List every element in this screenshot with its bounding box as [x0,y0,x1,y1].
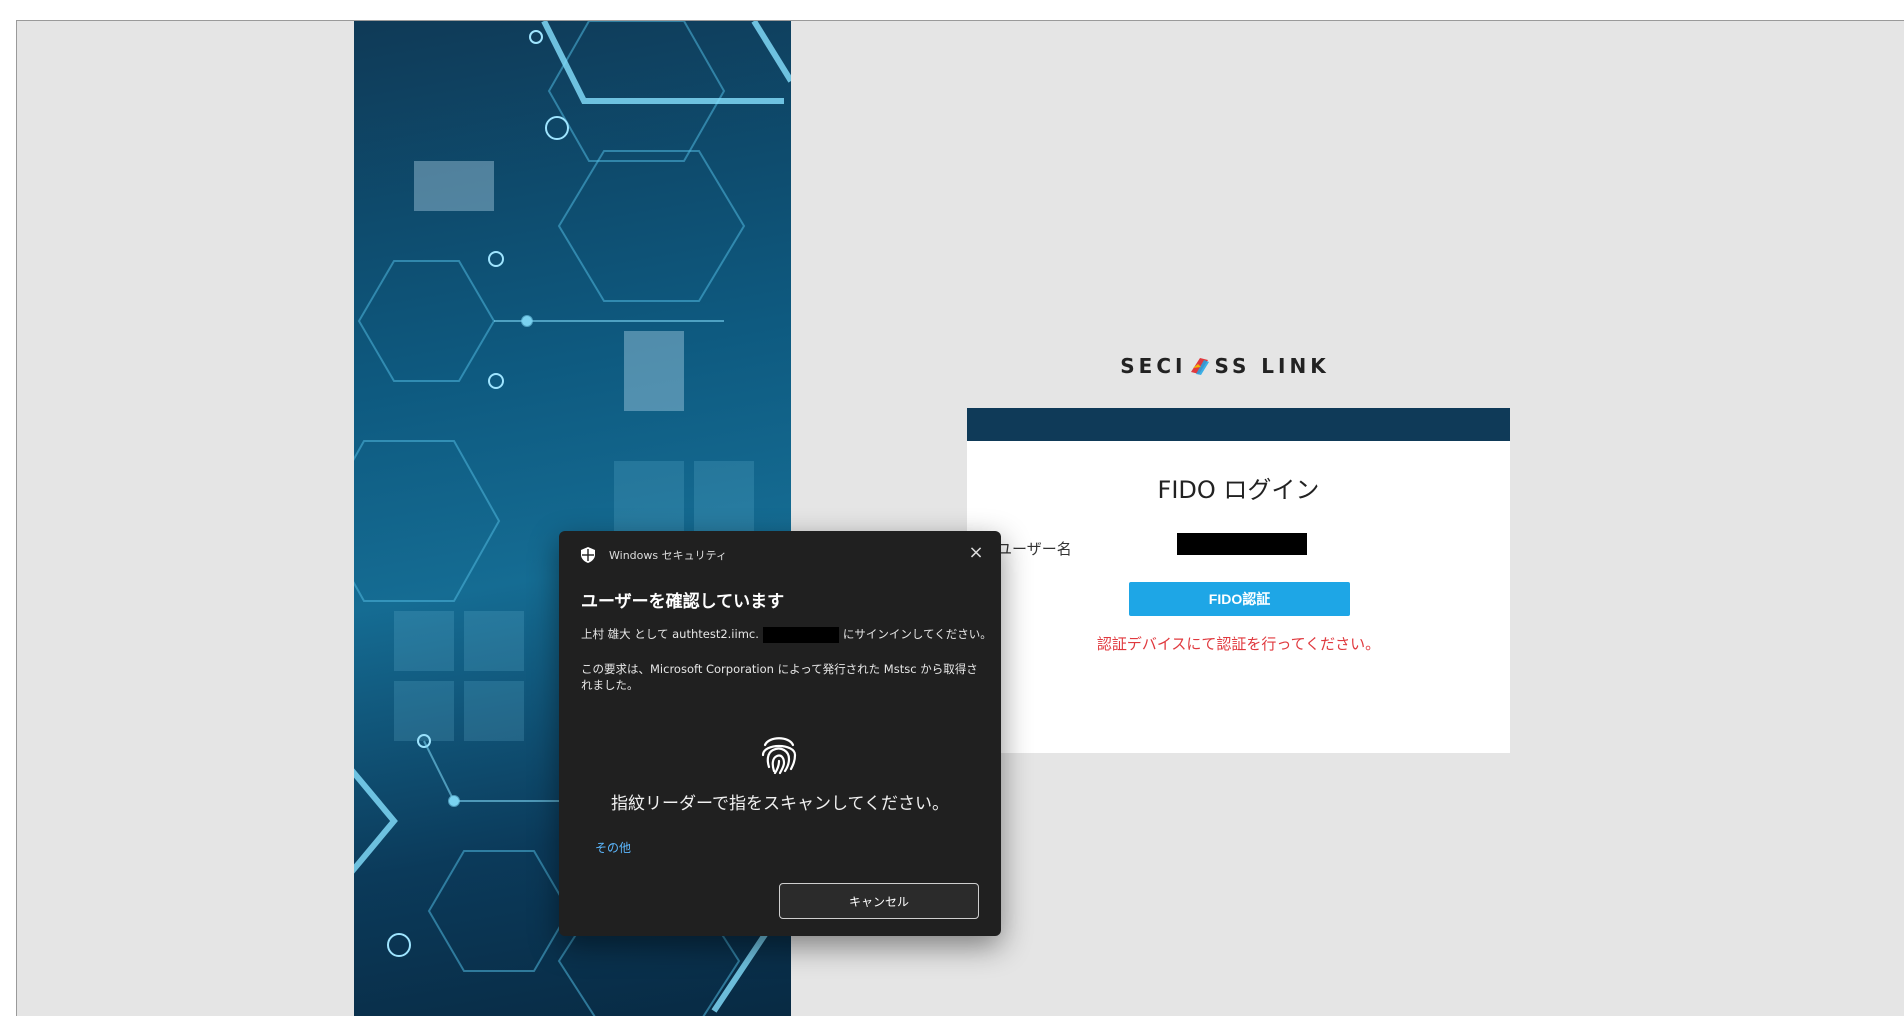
dialog-title: ユーザーを確認しています [581,592,785,612]
dialog-header: Windows セキュリティ [581,547,727,563]
brand-mark-icon [1191,358,1210,375]
dialog-app-name: Windows セキュリティ [609,549,727,562]
status-message: 認証デバイスにて認証を行ってください。 [1096,635,1381,653]
cancel-button[interactable]: キャンセル [779,883,979,919]
signin-text-pre: 上村 雄大 として authtest2.iimc. [581,627,759,641]
login-card: FIDO ログイン ユーザー名 FIDO認証 認証デバイスにて認証を行ってくださ… [967,408,1510,753]
domain-redacted [762,626,839,643]
desktop-background: SECI SS LINK FIDO ログイン ユーザー名 FIDO認証 認証デバ… [16,20,1904,1016]
close-icon[interactable]: × [965,541,987,563]
signin-text-post: にサインインしてください。 [842,627,992,641]
other-options-link[interactable]: その他 [595,839,631,856]
dialog-request-source: この要求は、Microsoft Corporation によって発行された Ms… [581,662,978,692]
brand-text-left: SECI [1120,354,1187,378]
card-header-bar [967,408,1510,441]
windows-security-dialog: Windows セキュリティ × ユーザーを確認しています 上村 雄大 として … [559,531,1001,936]
fingerprint-icon [761,737,797,775]
fido-auth-button[interactable]: FIDO認証 [1129,582,1350,616]
username-redacted [1177,533,1307,555]
brand-logo: SECI SS LINK [1120,346,1330,386]
dialog-signin-text: 上村 雄大 として authtest2.iimc. にサインインしてください。 [581,626,992,643]
username-label: ユーザー名 [997,540,1072,558]
page-title: FIDO ログイン [1157,476,1320,504]
brand-text-right: SS LINK [1214,354,1330,378]
shield-icon [581,547,595,563]
scan-prompt: 指紋リーダーで指をスキャンしてください。 [611,794,949,814]
